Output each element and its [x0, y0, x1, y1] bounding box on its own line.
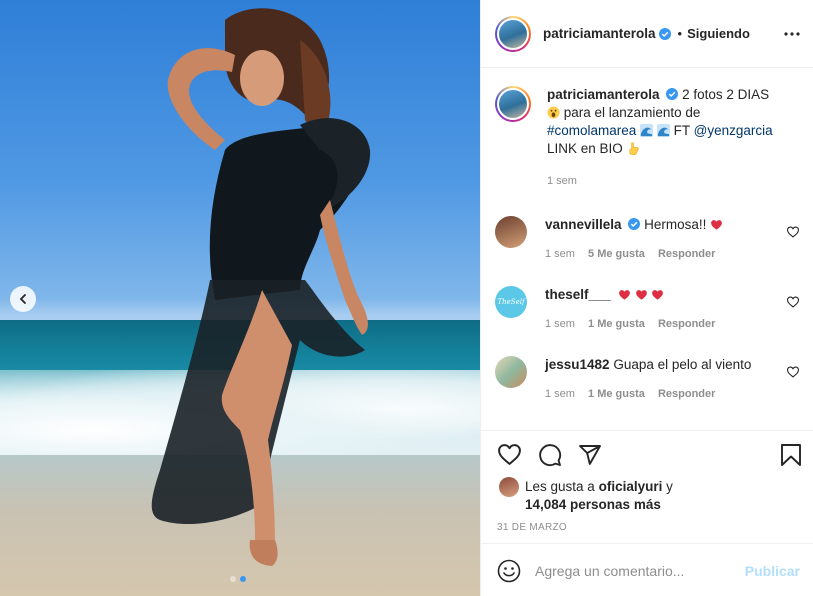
red-heart-emoji-icon	[711, 220, 723, 230]
photo-woman-figure	[151, 8, 371, 566]
post-side-panel: patriciamanterola • Siguiendo patriciama…	[480, 0, 813, 596]
follow-separator: •	[677, 26, 683, 41]
comment-username[interactable]: jessu1482	[545, 357, 610, 372]
caption-hashtag[interactable]: #comolamarea	[547, 123, 636, 138]
comment-like-heart-icon[interactable]	[786, 226, 800, 238]
carousel-dots	[230, 576, 246, 582]
comment-time: 1 sem	[545, 318, 575, 330]
scream-emoji-icon	[547, 106, 560, 119]
author-avatar[interactable]	[495, 15, 531, 52]
comment-reply-button[interactable]: Responder	[658, 388, 715, 400]
comment-likes[interactable]: 1 Me gusta	[588, 388, 645, 400]
red-heart-emoji-icon	[652, 290, 664, 300]
comment-input[interactable]	[535, 562, 735, 579]
carousel-dot-active	[240, 576, 246, 582]
comment-time: 1 sem	[545, 248, 575, 260]
verified-icon	[628, 218, 641, 230]
verified-icon	[658, 27, 671, 40]
like-heart-icon[interactable]	[497, 443, 522, 466]
comment-avatar[interactable]	[495, 216, 527, 248]
comment-item: jessu1482 Guapa el pelo al viento 1 sem …	[495, 356, 800, 400]
caption-text-1: 2 fotos 2 DIAS	[682, 87, 770, 102]
pointing-down-emoji-icon	[629, 142, 639, 155]
comment-item: vannevillela Hermosa!! 1 sem 5 Me gusta …	[495, 216, 800, 260]
comment-avatar[interactable]: TheSelf	[495, 286, 527, 318]
verified-icon	[666, 88, 679, 100]
post-header: patriciamanterola • Siguiendo	[481, 0, 813, 68]
wave-emoji-icon	[640, 124, 654, 137]
comment-likes[interactable]: 5 Me gusta	[588, 248, 645, 260]
likes-summary: Les gusta a oficialyuri y 14,084 persona…	[499, 477, 673, 514]
comment-time: 1 sem	[545, 388, 575, 400]
comment-text: Hermosa!!	[644, 217, 707, 232]
comment-likes[interactable]: 1 Me gusta	[588, 318, 645, 330]
more-icon[interactable]	[784, 24, 800, 42]
caption-time: 1 sem	[547, 175, 577, 187]
chevron-left-icon	[19, 294, 26, 304]
caption-username[interactable]: patriciamanterola	[547, 87, 660, 102]
comment-avatar[interactable]	[495, 356, 527, 388]
comment-username[interactable]: vannevillela	[545, 217, 622, 232]
red-heart-emoji-icon	[635, 290, 647, 300]
comment-reply-button[interactable]: Responder	[658, 248, 715, 260]
caption-text-2: para el lanzamiento de	[563, 105, 701, 120]
caption-mention[interactable]: @yenzgarcia	[694, 123, 773, 138]
liker-username[interactable]: oficialyuri	[599, 479, 663, 494]
wave-emoji-icon	[656, 124, 670, 137]
comment-icon[interactable]	[538, 443, 562, 467]
post-actions: Les gusta a oficialyuri y 14,084 persona…	[481, 430, 813, 596]
red-heart-emoji-icon	[618, 290, 630, 300]
comment-like-heart-icon[interactable]	[786, 366, 800, 378]
emoji-icon[interactable]	[497, 559, 521, 583]
following-button[interactable]: Siguiendo	[687, 26, 750, 41]
liker-avatar[interactable]	[499, 477, 519, 497]
caption-ft: FT	[673, 123, 690, 138]
comment-username[interactable]: theself___	[545, 287, 611, 302]
comment-like-heart-icon[interactable]	[786, 296, 800, 308]
comment-avatar-logo: TheSelf	[497, 298, 525, 306]
bookmark-icon[interactable]	[780, 443, 802, 467]
author-username[interactable]: patriciamanterola	[543, 26, 656, 41]
comment-text: Guapa el pelo al viento	[613, 357, 752, 372]
comment-item: TheSelf theself___ 1 sem 1 Me gusta Resp…	[495, 286, 800, 330]
caption-link-text: LINK en BIO	[547, 141, 623, 156]
publish-button[interactable]: Publicar	[745, 563, 800, 579]
post-photo[interactable]	[0, 0, 480, 596]
share-icon[interactable]	[578, 443, 602, 467]
likes-prefix: Les gusta a	[525, 479, 595, 494]
likes-others[interactable]: 14,084 personas más	[525, 497, 661, 512]
post-date[interactable]: 31 DE MARZO	[497, 522, 567, 533]
add-comment-bar: Publicar	[481, 543, 813, 596]
caption-author-avatar[interactable]	[495, 86, 531, 122]
comment-reply-button[interactable]: Responder	[658, 318, 715, 330]
carousel-prev-button[interactable]	[10, 286, 36, 312]
post-caption: patriciamanterola 2 fotos 2 DIAS para el…	[495, 86, 800, 190]
carousel-dot	[230, 576, 236, 582]
likes-conj: y	[666, 479, 673, 494]
